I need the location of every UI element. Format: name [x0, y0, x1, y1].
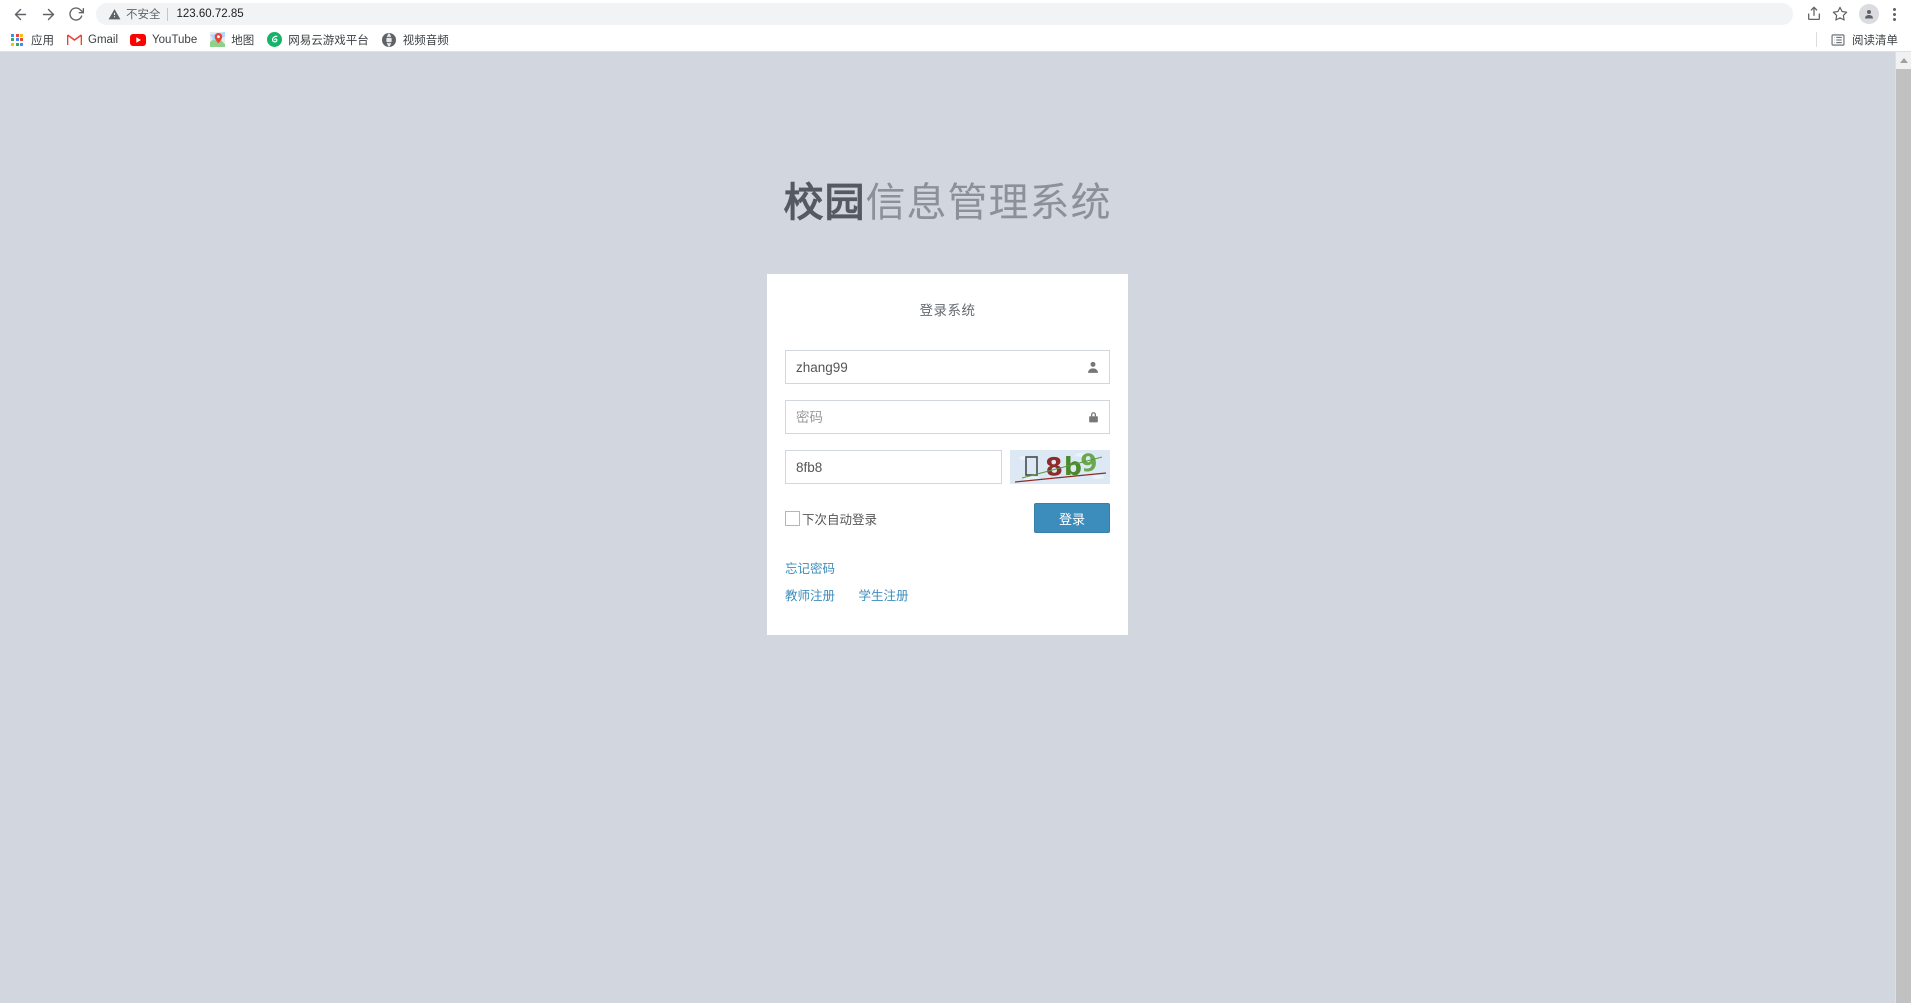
captcha-input[interactable]	[785, 450, 1002, 484]
bookmark-label: 地图	[231, 32, 254, 48]
page-scrollbar[interactable]	[1895, 52, 1911, 1003]
bookmarks-bar-right: 阅读清单	[1812, 30, 1905, 50]
reading-list-icon	[1830, 32, 1846, 48]
browser-toolbar: 不安全 123.60.72.85	[0, 0, 1911, 28]
login-links: 忘记密码 教师注册 学生注册	[785, 557, 1110, 609]
url-text: 123.60.72.85	[177, 8, 244, 20]
username-field-wrapper	[785, 350, 1110, 384]
back-arrow-icon[interactable]	[6, 2, 34, 26]
remember-me-checkbox[interactable]: 下次自动登录	[785, 509, 877, 528]
browser-window: 不安全 123.60.72.85	[0, 0, 1911, 1003]
page-title-light: 信息管理系统	[866, 181, 1112, 225]
login-page: 校园信息管理系统 登录系统	[0, 52, 1895, 1003]
remember-me-label: 下次自动登录	[802, 509, 877, 528]
youtube-icon	[130, 32, 146, 48]
maps-pin-icon	[209, 32, 225, 48]
password-input[interactable]	[785, 400, 1110, 434]
page-title: 校园信息管理系统	[0, 52, 1895, 227]
omnibox-divider	[167, 8, 168, 21]
share-icon[interactable]	[1801, 2, 1827, 26]
bookmark-apps[interactable]: 应用	[4, 30, 61, 50]
netease-cloud-game-icon	[266, 32, 282, 48]
bookmark-label: Gmail	[88, 34, 118, 46]
security-status-label: 不安全	[126, 6, 161, 22]
bookmark-gmail[interactable]: Gmail	[61, 30, 125, 50]
forward-arrow-icon[interactable]	[34, 2, 62, 26]
bookmark-label: 应用	[31, 32, 54, 48]
bookmark-label: 视频音频	[403, 32, 449, 48]
avatar-icon[interactable]	[1859, 4, 1879, 24]
bookmark-maps[interactable]: 地图	[204, 30, 261, 50]
username-input[interactable]	[785, 350, 1110, 384]
bookmark-video-audio[interactable]: 视频音频	[376, 30, 456, 50]
globe-icon	[381, 32, 397, 48]
forgot-password-row: 忘记密码	[785, 557, 1110, 582]
scrollbar-thumb[interactable]	[1896, 69, 1911, 1003]
toolbar-right-actions	[1801, 2, 1905, 26]
student-register-link[interactable]: 学生注册	[858, 589, 908, 603]
reload-icon[interactable]	[62, 2, 90, 26]
address-bar[interactable]: 不安全 123.60.72.85	[96, 3, 1793, 25]
register-links-row: 教师注册 学生注册	[785, 584, 1110, 609]
reading-list-label: 阅读清单	[1852, 32, 1898, 48]
forgot-password-link[interactable]: 忘记密码	[785, 562, 835, 576]
gmail-icon	[66, 32, 82, 48]
captcha-image[interactable]: 8 b 9	[1010, 450, 1110, 484]
star-icon[interactable]	[1827, 2, 1853, 26]
bookmarks-divider	[1816, 32, 1817, 47]
bookmark-label: 网易云游戏平台	[288, 32, 369, 48]
login-button[interactable]: 登录	[1034, 503, 1110, 533]
apps-grid-icon	[9, 32, 25, 48]
teacher-register-link[interactable]: 教师注册	[785, 589, 835, 603]
captcha-row: 8 b 9	[785, 450, 1110, 484]
bookmark-netease-cloud-game[interactable]: 网易云游戏平台	[261, 30, 376, 50]
reading-list-button[interactable]: 阅读清单	[1825, 30, 1905, 50]
bookmarks-bar: 应用 Gmail YouTube	[0, 28, 1911, 52]
scroll-up-arrow-icon[interactable]	[1896, 52, 1911, 69]
password-field-wrapper	[785, 400, 1110, 434]
warning-triangle-icon	[108, 8, 121, 21]
page-title-strong: 校园	[784, 181, 866, 225]
bookmark-label: YouTube	[152, 34, 197, 46]
kebab-menu-icon[interactable]	[1885, 3, 1903, 25]
login-actions-row: 下次自动登录 登录	[785, 503, 1110, 533]
checkbox-box[interactable]	[785, 511, 800, 526]
page-viewport: 校园信息管理系统 登录系统	[0, 52, 1911, 1003]
bookmark-youtube[interactable]: YouTube	[125, 30, 204, 50]
login-card: 登录系统	[767, 274, 1128, 635]
login-card-heading: 登录系统	[785, 292, 1110, 319]
